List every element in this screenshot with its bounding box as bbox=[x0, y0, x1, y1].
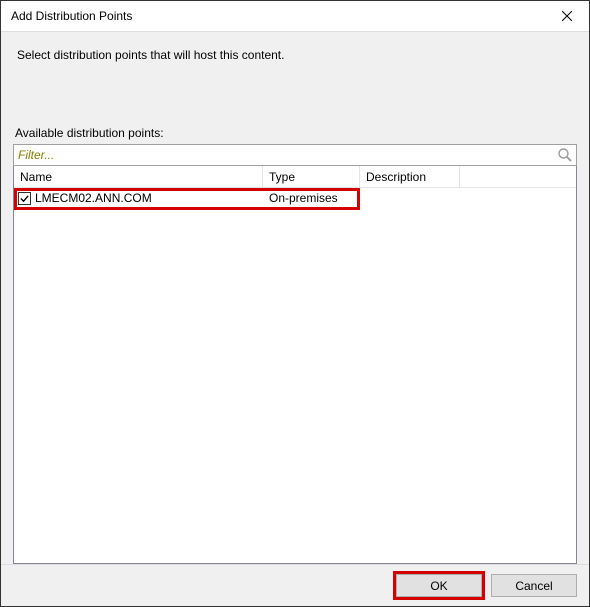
column-header-fill bbox=[460, 166, 576, 187]
row-checkbox[interactable] bbox=[18, 192, 31, 205]
column-header-name[interactable]: Name bbox=[14, 166, 263, 187]
dp-list: Name Type Description LMECM02.ANN.COM bbox=[13, 166, 577, 564]
table-row[interactable]: LMECM02.ANN.COM On-premises bbox=[14, 188, 576, 206]
ok-button[interactable]: OK bbox=[396, 574, 482, 597]
window-title: Add Distribution Points bbox=[11, 9, 132, 23]
check-icon bbox=[20, 194, 29, 203]
instruction-text: Select distribution points that will hos… bbox=[13, 44, 577, 122]
row-name: LMECM02.ANN.COM bbox=[35, 191, 152, 205]
dialog-footer: OK Cancel bbox=[1, 564, 589, 606]
close-button[interactable] bbox=[544, 1, 589, 32]
filter-box bbox=[13, 144, 577, 166]
cancel-button[interactable]: Cancel bbox=[491, 574, 577, 597]
dialog-body: Select distribution points that will hos… bbox=[1, 32, 589, 564]
filter-input[interactable] bbox=[14, 145, 576, 165]
available-dp-label: Available distribution points: bbox=[13, 122, 577, 144]
search-icon[interactable] bbox=[557, 147, 573, 163]
row-type: On-premises bbox=[263, 191, 360, 205]
column-header-type[interactable]: Type bbox=[263, 166, 360, 187]
close-icon bbox=[562, 11, 572, 21]
list-header: Name Type Description bbox=[14, 166, 576, 188]
column-header-description[interactable]: Description bbox=[360, 166, 460, 187]
ok-button-highlight: OK bbox=[393, 571, 485, 600]
list-body: LMECM02.ANN.COM On-premises bbox=[14, 188, 576, 563]
titlebar: Add Distribution Points bbox=[1, 1, 589, 32]
